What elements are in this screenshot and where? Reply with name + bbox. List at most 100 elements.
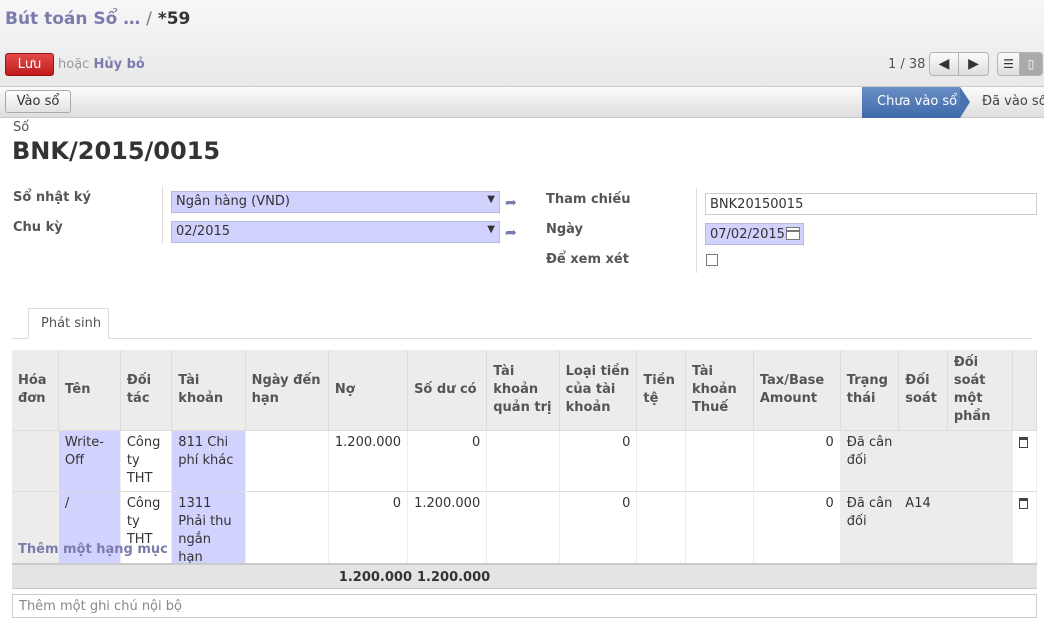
external-link-icon[interactable]: ➦ (505, 225, 517, 241)
totals-row: 1.200.000 1.200.000 (12, 563, 1037, 589)
column-header[interactable]: Số dư có (407, 350, 488, 431)
review-label: Để xem xét (546, 252, 629, 267)
column-header[interactable]: Ngày đến hạn (245, 350, 329, 431)
table-header-row: Hóa đơn Tên Đối tác Tài khoản Ngày đến h… (12, 350, 1037, 431)
due-date-cell[interactable] (245, 430, 329, 492)
next-record-button[interactable]: ▶ (959, 52, 989, 76)
column-header[interactable]: Đối soát một phần (947, 350, 1014, 431)
internal-note-input[interactable]: Thêm một ghi chú nội bộ (12, 594, 1037, 618)
currency-cell[interactable] (636, 491, 686, 570)
account-cell[interactable]: 1311 Phải thu ngắn hạn (171, 491, 246, 570)
total-credit: 1.200.000 (417, 570, 491, 585)
invoice-cell[interactable] (12, 430, 59, 492)
account-cell[interactable]: 811 Chi phí khác (171, 430, 246, 492)
stage-posted[interactable]: Đã vào sổ (982, 94, 1044, 109)
trash-icon[interactable] (1019, 498, 1029, 509)
column-header[interactable]: Tài khoản Thuế (685, 350, 754, 431)
previous-record-button[interactable]: ◀ (929, 52, 959, 76)
column-header[interactable]: Tiền tệ (636, 350, 686, 431)
credit-cell[interactable]: 1.200.000 (407, 491, 488, 570)
entry-number: BNK/2015/0015 (12, 137, 221, 165)
column-header[interactable]: Loại tiền của tài khoản (559, 350, 638, 431)
column-header[interactable]: Tài khoản quản trị (486, 350, 560, 431)
tab-bar (12, 338, 1032, 339)
partial-reconcile-cell (947, 430, 1014, 492)
column-header[interactable]: Tên (58, 350, 121, 431)
table-row[interactable]: / Công ty THT 1311 Phải thu ngắn hạn 0 1… (12, 491, 1037, 570)
state-cell: Đã cân đối (840, 430, 900, 492)
credit-cell[interactable]: 0 (407, 430, 488, 492)
form-icon: ▯ (1027, 57, 1035, 71)
column-header[interactable]: Trạng thái (840, 350, 900, 431)
partner-cell[interactable]: Công ty THT (120, 430, 173, 492)
journal-items-table: Hóa đơn Tên Đối tác Tài khoản Ngày đến h… (12, 350, 1037, 570)
tax-account-cell[interactable] (685, 430, 754, 492)
table-row[interactable]: Write-Off Công ty THT 811 Chi phí khác 1… (12, 430, 1037, 492)
column-header[interactable]: Tài khoản (171, 350, 246, 431)
column-header[interactable]: Tax/Base Amount (753, 350, 841, 431)
field-divider (162, 186, 163, 244)
tax-amount-cell[interactable]: 0 (753, 491, 841, 570)
journal-select[interactable]: Ngân hàng (VND) ▼ (171, 191, 500, 213)
external-link-icon[interactable]: ➦ (505, 195, 517, 211)
partial-reconcile-cell (947, 491, 1014, 570)
journal-value: Ngân hàng (VND) (176, 194, 290, 209)
calendar-icon[interactable] (786, 227, 800, 240)
stage-arrow-icon (960, 87, 970, 118)
to-check-checkbox[interactable] (706, 254, 718, 266)
caret-down-icon: ▼ (487, 194, 495, 205)
number-label: Số (13, 120, 30, 135)
breadcrumb-parent[interactable]: Bút toán Sổ … (5, 9, 140, 29)
period-select[interactable]: 02/2015 ▼ (171, 221, 500, 243)
post-button[interactable]: Vào sổ (5, 90, 71, 113)
pager-counter[interactable]: 1 / 38 (888, 57, 925, 72)
currency-amount-cell[interactable]: 0 (559, 491, 638, 570)
column-header-delete (1012, 350, 1037, 431)
period-value: 02/2015 (176, 224, 231, 239)
column-header[interactable]: Đối tác (120, 350, 173, 431)
arrow-left-icon: ◀ (938, 56, 950, 72)
breadcrumb-separator: / (146, 9, 152, 29)
discard-link[interactable]: Hủy bỏ (93, 57, 144, 72)
name-cell[interactable]: / (58, 491, 121, 570)
date-value: 07/02/2015 (710, 227, 785, 242)
reconcile-cell (898, 430, 948, 492)
debit-cell[interactable]: 1.200.000 (328, 430, 409, 492)
save-button[interactable]: Lưu (5, 53, 54, 76)
partner-cell[interactable]: Công ty THT (120, 491, 173, 570)
tab-entries[interactable]: Phát sinh (28, 308, 109, 339)
column-header[interactable]: Nợ (328, 350, 409, 431)
status-bar: Vào sổ Chưa vào sổ Đã vào sổ (0, 87, 1044, 118)
analytic-account-cell[interactable] (486, 491, 560, 570)
state-cell: Đã cân đối (840, 491, 900, 570)
reference-input[interactable]: BNK20150015 (705, 193, 1037, 215)
control-panel: Bút toán Sổ … / *59 Lưu hoặc Hủy bỏ 1 / … (0, 0, 1044, 87)
debit-cell[interactable]: 0 (328, 491, 409, 570)
stage-unposted[interactable]: Chưa vào sổ (862, 87, 960, 118)
form-view-button[interactable]: ▯ (1020, 52, 1043, 76)
total-debit: 1.200.000 (338, 570, 412, 585)
arrow-right-icon: ▶ (968, 56, 979, 72)
date-input[interactable]: 07/02/2015 (705, 223, 804, 245)
date-label: Ngày (546, 222, 584, 237)
delete-cell[interactable] (1012, 491, 1037, 570)
breadcrumb: Bút toán Sổ … / *59 (5, 9, 190, 29)
name-cell[interactable]: Write-Off (58, 430, 121, 492)
add-item-link[interactable]: Thêm một hạng mục (18, 542, 168, 557)
delete-cell[interactable] (1012, 430, 1037, 492)
currency-amount-cell[interactable]: 0 (559, 430, 638, 492)
or-text: hoặc Hủy bỏ (58, 57, 145, 72)
list-view-button[interactable]: ☰ (997, 52, 1020, 76)
invoice-cell[interactable] (12, 491, 59, 570)
field-divider (696, 188, 697, 273)
tax-amount-cell[interactable]: 0 (753, 430, 841, 492)
analytic-account-cell[interactable] (486, 430, 560, 492)
tax-account-cell[interactable] (685, 491, 754, 570)
currency-cell[interactable] (636, 430, 686, 492)
due-date-cell[interactable] (245, 491, 329, 570)
column-header[interactable]: Hóa đơn (12, 350, 59, 431)
trash-icon[interactable] (1019, 437, 1029, 448)
column-header[interactable]: Đối soát (898, 350, 948, 431)
caret-down-icon: ▼ (487, 224, 495, 235)
reconcile-cell: A14 (898, 491, 948, 570)
